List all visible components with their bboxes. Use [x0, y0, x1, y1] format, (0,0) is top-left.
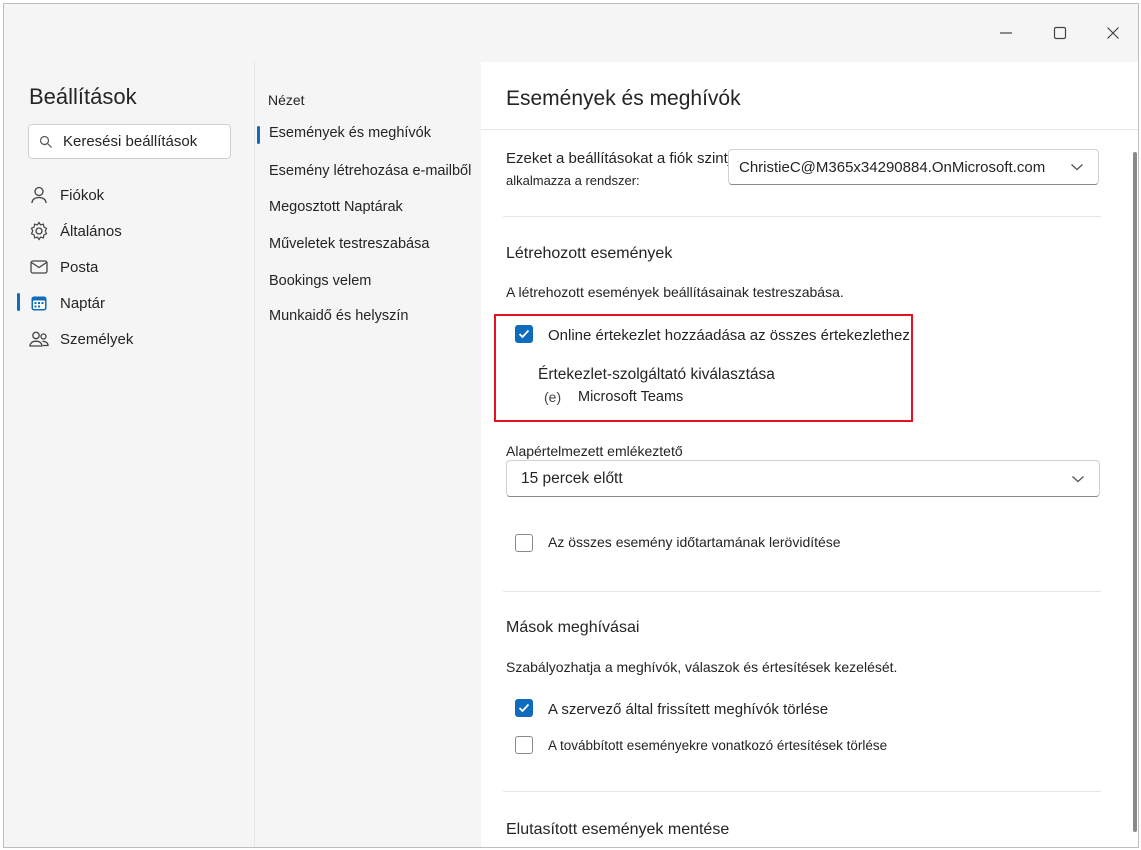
section-heading-others: Mások meghívásai	[506, 619, 640, 636]
category-label: Általános	[60, 222, 122, 240]
category-general[interactable]: Általános	[28, 218, 122, 244]
person-icon	[28, 184, 50, 206]
delete-updated-checkbox[interactable]	[515, 699, 533, 717]
reminder-value: 15 percek előtt	[521, 469, 623, 487]
chevron-down-icon	[1072, 475, 1084, 482]
divider	[503, 591, 1101, 592]
selected-indicator	[257, 126, 260, 144]
subnav-item-customize-actions[interactable]: Műveletek testreszabása	[269, 236, 429, 252]
checkmark-icon	[518, 703, 530, 713]
calendar-icon	[28, 292, 50, 314]
page-title: Események és meghívók	[506, 87, 741, 110]
search-icon	[39, 135, 52, 148]
shorten-events-label[interactable]: Az összes esemény időtartamának lerövidí…	[548, 534, 841, 550]
people-icon	[28, 328, 50, 350]
divider	[503, 216, 1101, 217]
account-dropdown[interactable]: ChristieC@M365x34290884.OnMicrosoft.com	[728, 149, 1099, 185]
checkmark-icon	[518, 329, 530, 339]
selected-indicator	[17, 293, 20, 311]
title-bar	[4, 4, 1138, 62]
subnav-heading: Nézet	[268, 92, 305, 108]
reminder-dropdown[interactable]: 15 percek előtt	[506, 460, 1100, 497]
divider	[481, 129, 1138, 130]
delete-updated-label[interactable]: A szervező által frissített meghívók tör…	[548, 701, 828, 718]
provider-marker: (e)	[544, 389, 562, 405]
chevron-down-icon	[1071, 164, 1083, 171]
close-button[interactable]	[1098, 18, 1128, 48]
divider	[503, 791, 1101, 792]
delete-forwarded-label[interactable]: A továbbított eseményekre vonatkozó érte…	[548, 738, 887, 753]
section-description-created: A létrehozott események beállításainak t…	[506, 284, 844, 300]
main-panel: Események és meghívók Ezeket a beállítás…	[481, 62, 1138, 847]
subnav-item-create-from-email[interactable]: Esemény létrehozása e-mailből	[269, 163, 471, 179]
category-people[interactable]: Személyek	[28, 326, 133, 352]
subnav-item-shared-calendars[interactable]: Megosztott Naptárak	[269, 199, 403, 215]
account-value: ChristieC@M365x34290884.OnMicrosoft.com	[739, 158, 1046, 176]
minimize-button[interactable]	[991, 18, 1021, 48]
search-input[interactable]: Keresési beállítások	[28, 124, 231, 159]
category-label: Naptár	[60, 294, 106, 312]
section-heading-created: Létrehozott események	[506, 245, 673, 262]
category-label: Fiókok	[60, 186, 105, 204]
minimize-icon	[1000, 32, 1012, 34]
subnav-item-bookings[interactable]: Bookings velem	[269, 273, 371, 289]
delete-forwarded-checkbox[interactable]	[515, 736, 533, 754]
search-placeholder: Keresési beállítások	[63, 133, 198, 150]
scrollbar[interactable]	[1133, 152, 1137, 832]
account-label-line2: alkalmazza a rendszer:	[506, 173, 640, 188]
close-icon	[1107, 27, 1119, 39]
maximize-button[interactable]	[1045, 18, 1075, 48]
section-heading-declined: Elutasított események mentése	[506, 821, 730, 838]
subnav: Nézet Események és meghívók Esemény létr…	[254, 62, 481, 847]
mail-icon	[28, 256, 50, 278]
subnav-item-events-invites[interactable]: Események és meghívók	[269, 125, 431, 141]
reminder-label: Alapértelmezett emlékeztető	[506, 443, 683, 459]
category-label: Személyek	[60, 330, 134, 348]
maximize-icon	[1053, 26, 1067, 40]
online-meeting-label[interactable]: Online értekezlet hozzáadása az összes é…	[548, 327, 910, 344]
category-mail[interactable]: Posta	[28, 254, 98, 280]
category-accounts[interactable]: Fiókok	[28, 182, 104, 208]
account-label-line1: Ezeket a beállításokat a fiók szintjén	[506, 150, 748, 167]
gear-icon	[28, 220, 50, 242]
category-calendar[interactable]: Naptár	[28, 290, 105, 316]
settings-window: Beállítások Keresési beállítások Fiókok …	[3, 3, 1139, 848]
shorten-events-checkbox[interactable]	[515, 534, 533, 552]
provider-heading: Értekezlet-szolgáltató kiválasztása	[538, 366, 775, 383]
online-meeting-checkbox[interactable]	[515, 325, 533, 343]
subnav-item-work-hours[interactable]: Munkaidő és helyszín	[269, 308, 408, 324]
category-label: Posta	[60, 258, 99, 276]
section-description-others: Szabályozhatja a meghívók, válaszok és é…	[506, 659, 898, 675]
settings-title: Beállítások	[29, 84, 137, 109]
provider-value[interactable]: Microsoft Teams	[578, 389, 683, 405]
